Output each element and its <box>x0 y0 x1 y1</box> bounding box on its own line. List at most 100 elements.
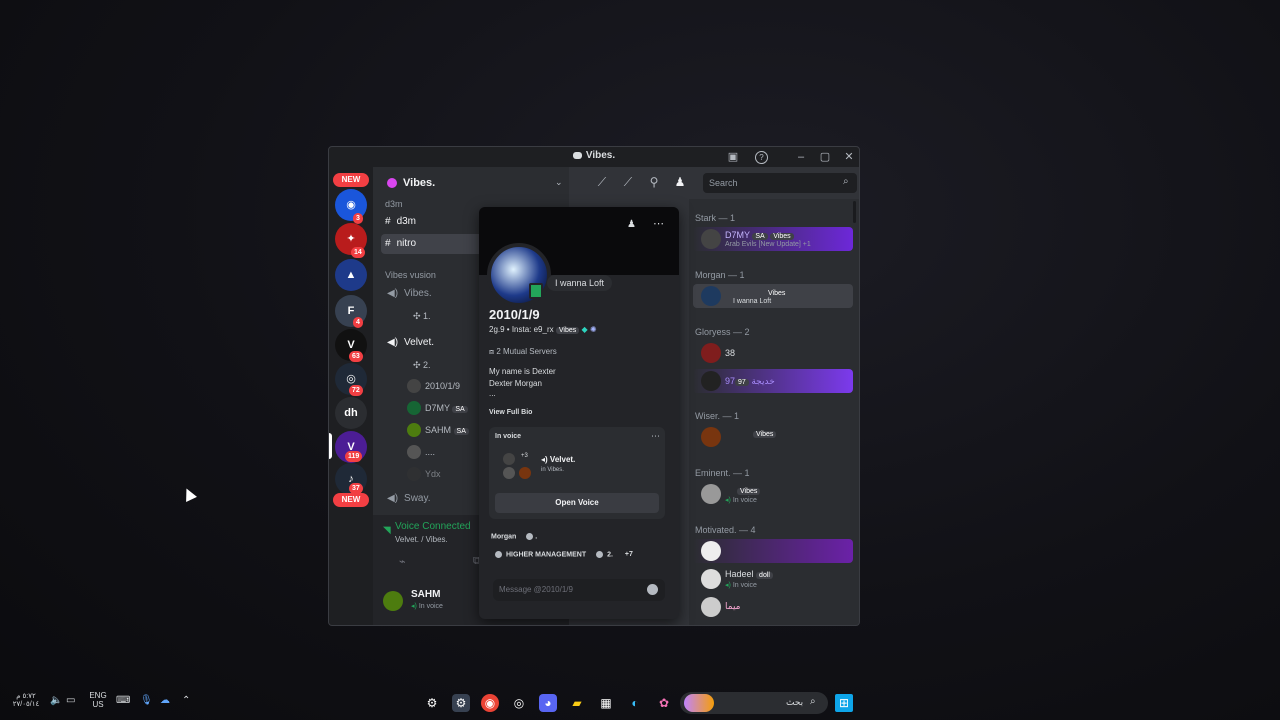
emoji-icon[interactable] <box>647 584 658 595</box>
inbox-icon[interactable]: ▣ <box>725 149 741 165</box>
member-row[interactable]: 97خديجة 97 <box>693 369 853 393</box>
voice-user[interactable]: ✣ 1. <box>413 311 431 322</box>
channel-nitro[interactable]: # nitro <box>381 234 491 254</box>
voice-user[interactable]: ✣ 2. <box>413 360 431 371</box>
voice-channel-velvet[interactable]: ◀) Velvet. <box>381 333 434 353</box>
notification-bell-icon[interactable]: ⟋ <box>621 175 635 189</box>
member-row[interactable]: D7MY SA Vibes Arab Evils [New Update] +1 <box>693 227 853 251</box>
voice-user[interactable]: Ydx <box>407 467 441 481</box>
guild-tag: doll <box>756 572 773 579</box>
add-friend-icon[interactable]: ♟ <box>627 219 636 230</box>
search-input[interactable]: Search ⌕ <box>703 173 857 193</box>
bio-line: My name is Dexter <box>489 367 556 376</box>
member-row[interactable]: ميما <box>693 595 853 619</box>
role-group-header: Motivated. — 4 <box>695 525 756 535</box>
bio-line: ... <box>489 389 496 398</box>
search-icon: ⌕ <box>810 696 816 707</box>
member-row[interactable]: Vibes <box>693 425 853 449</box>
profile-popup: ♟ ⋯ I wanna Loft 2010/1/9 2g.9 • Insta: … <box>479 207 679 619</box>
avatar <box>407 423 421 437</box>
member-row[interactable]: Hadeel doll ◂) In voice <box>693 567 853 591</box>
onedrive-icon[interactable]: ☁ <box>160 695 170 706</box>
clock[interactable]: ٥:٧٢ م ٢٧/٠٥/١٤ <box>10 692 42 708</box>
volume-icon[interactable]: 🔈 <box>50 695 62 706</box>
voice-channel-sway[interactable]: ◀) Sway. <box>381 489 431 509</box>
mention-badge: 63 <box>349 351 363 362</box>
nitro-icon: ◆ <box>581 325 588 334</box>
chrome-icon[interactable]: ◉ <box>481 694 499 712</box>
avatar <box>701 569 721 589</box>
mutual-servers[interactable]: ⧈ 2 Mutual Servers <box>489 347 557 357</box>
speaker-icon: ◀) <box>387 493 399 504</box>
voice-member-count: +3 <box>521 453 528 459</box>
threads-icon[interactable]: ⟋ <box>595 175 609 189</box>
more-options-icon[interactable]: ⋯ <box>653 217 664 230</box>
windows-start-icon[interactable]: ⊞ <box>835 694 853 712</box>
store-icon[interactable]: ▦ <box>597 694 615 712</box>
message-input[interactable]: Message @2010/1/9 <box>493 579 665 601</box>
edge-icon[interactable]: ◐ <box>626 694 644 712</box>
voice-user[interactable]: 2010/1/9 <box>407 379 460 393</box>
in-voice-card: In voice ⋯ +3 ◂) Velvet. in Vibes. Open … <box>489 427 665 519</box>
avatar <box>701 371 721 391</box>
close-button[interactable]: ✕ <box>841 149 857 165</box>
voice-user[interactable]: SAHM SA <box>407 423 469 437</box>
hash-icon: # <box>385 216 391 227</box>
help-icon[interactable]: ? <box>755 151 768 164</box>
member-name: Hadeel doll <box>725 569 773 579</box>
keyboard-icon[interactable]: ⌨ <box>116 695 130 706</box>
voice-user[interactable]: D7MY SA <box>407 401 468 415</box>
maximize-button[interactable]: ▢ <box>817 149 833 165</box>
file-explorer-icon[interactable]: ▰ <box>568 694 586 712</box>
server-dh[interactable]: dh <box>335 397 367 429</box>
more-roles[interactable]: +7 <box>625 551 633 558</box>
member-row-selected[interactable]: Vibes I wanna Loft <box>693 284 853 308</box>
role-chip: Morgan . <box>491 533 538 541</box>
category-label[interactable]: Vibes vusion <box>385 270 436 280</box>
server-emblem-icon <box>387 178 397 188</box>
member-activity: I wanna Loft <box>733 298 772 305</box>
member-row[interactable]: Vibes ◂) In voice <box>693 482 853 506</box>
noise-suppression-icon[interactable]: ⌁ <box>399 555 406 568</box>
mention-badge: 119 <box>345 451 363 462</box>
obs-icon[interactable]: ◎ <box>510 694 528 712</box>
member-name: 38 <box>725 348 736 358</box>
discord-window: Vibes. ▣ ? – ▢ ✕ NEW ◉ 3 ✦ 14 ▲ F 4 V 63… <box>328 146 860 626</box>
open-voice-button[interactable]: Open Voice <box>495 493 659 513</box>
gear-app-icon[interactable]: ⚙ <box>452 694 470 712</box>
member-row[interactable] <box>693 539 853 563</box>
pin-icon[interactable]: ⚲ <box>647 175 661 189</box>
copilot-icon[interactable]: ✿ <box>655 694 673 712</box>
taskbar-search[interactable]: بحث ⌕ <box>680 692 828 714</box>
display-name: 2010/1/9 <box>489 307 540 322</box>
chevron-up-icon[interactable]: ⌃ <box>182 695 190 706</box>
servers-icon: ⧈ <box>489 347 495 356</box>
server-header[interactable]: Vibes. ⌄ <box>373 167 569 199</box>
voice-channel-name[interactable]: Velvet. / Vibes. <box>395 535 448 544</box>
voice-user[interactable]: .... <box>407 445 435 459</box>
custom-status-bubble: I wanna Loft <box>547 275 613 291</box>
taskbar: ٥:٧٢ م ٢٧/٠٥/١٤ 🔈 ▭ ENG US ⌨ 🎙 ☁ ⌃ ⚙ ⚙ ◉ ◎… <box>0 686 1280 720</box>
chat-header: ⟋ ⟋ ⚲ ♟ Search ⌕ <box>569 167 859 199</box>
member-list-icon[interactable]: ♟ <box>673 175 687 189</box>
more-options-icon[interactable]: ⋯ <box>651 431 660 442</box>
member-row[interactable]: 38 <box>693 341 853 365</box>
channel-d3m[interactable]: # d3m <box>381 212 491 232</box>
mouse-cursor-icon <box>181 486 197 502</box>
speaker-icon: ◀) <box>387 337 399 348</box>
scrollbar[interactable] <box>853 201 856 223</box>
minimize-button[interactable]: – <box>793 149 809 165</box>
category-label[interactable]: d3m <box>385 199 403 209</box>
voice-channel-vibes[interactable]: ◀) Vibes. <box>381 284 432 304</box>
chevron-down-icon[interactable]: ⌄ <box>555 177 563 188</box>
view-full-bio-link[interactable]: View Full Bio <box>489 409 532 416</box>
user-avatar[interactable] <box>383 591 403 611</box>
settings-icon[interactable]: ⚙ <box>423 694 441 712</box>
server-icon[interactable]: ▲ <box>335 259 367 291</box>
microphone-icon[interactable]: 🎙 <box>140 695 153 706</box>
network-icon[interactable]: ▭ <box>66 695 75 706</box>
language-indicator[interactable]: ENG US <box>88 691 108 709</box>
discord-icon[interactable]: ◕ <box>539 694 557 712</box>
mention-badge: 4 <box>353 317 363 328</box>
selected-server-indicator <box>329 433 332 459</box>
